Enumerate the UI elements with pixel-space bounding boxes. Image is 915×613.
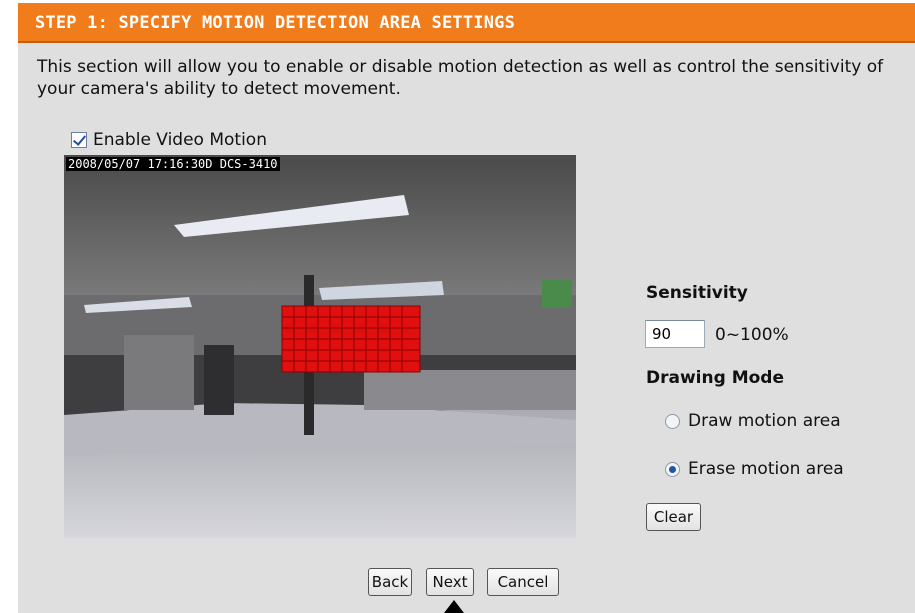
erase-motion-area-label: Erase motion area	[688, 459, 844, 479]
cancel-button[interactable]: Cancel	[487, 568, 559, 596]
sensitivity-range: 0~100%	[715, 325, 789, 345]
sensitivity-title: Sensitivity	[646, 283, 748, 303]
section-header: STEP 1: SPECIFY MOTION DETECTION AREA SE…	[18, 3, 915, 43]
section-title: STEP 1: SPECIFY MOTION DETECTION AREA SE…	[35, 13, 516, 33]
enable-video-motion-checkbox[interactable]	[71, 132, 87, 148]
draw-motion-area-option[interactable]: Draw motion area	[665, 411, 841, 431]
draw-motion-area-label: Draw motion area	[688, 411, 841, 431]
clear-button[interactable]: Clear	[646, 503, 701, 531]
draw-motion-area-radio[interactable]	[665, 413, 680, 429]
camera-timestamp: 2008/05/07 17:16:30D DCS-3410	[66, 157, 280, 171]
drawing-mode-title: Drawing Mode	[646, 368, 784, 388]
erase-motion-area-radio[interactable]	[665, 461, 680, 477]
motion-area-grid[interactable]	[64, 155, 576, 538]
erase-motion-area-option[interactable]: Erase motion area	[665, 459, 844, 479]
enable-video-motion[interactable]: Enable Video Motion	[71, 130, 267, 150]
camera-preview[interactable]: 2008/05/07 17:16:30D DCS-3410	[64, 155, 576, 538]
section-description: This section will allow you to enable or…	[37, 57, 884, 99]
next-button[interactable]: Next	[426, 568, 474, 596]
arrow-pointer-icon	[444, 600, 464, 613]
enable-video-motion-label: Enable Video Motion	[93, 130, 267, 150]
back-button[interactable]: Back	[368, 568, 412, 596]
sensitivity-input[interactable]	[645, 320, 705, 348]
